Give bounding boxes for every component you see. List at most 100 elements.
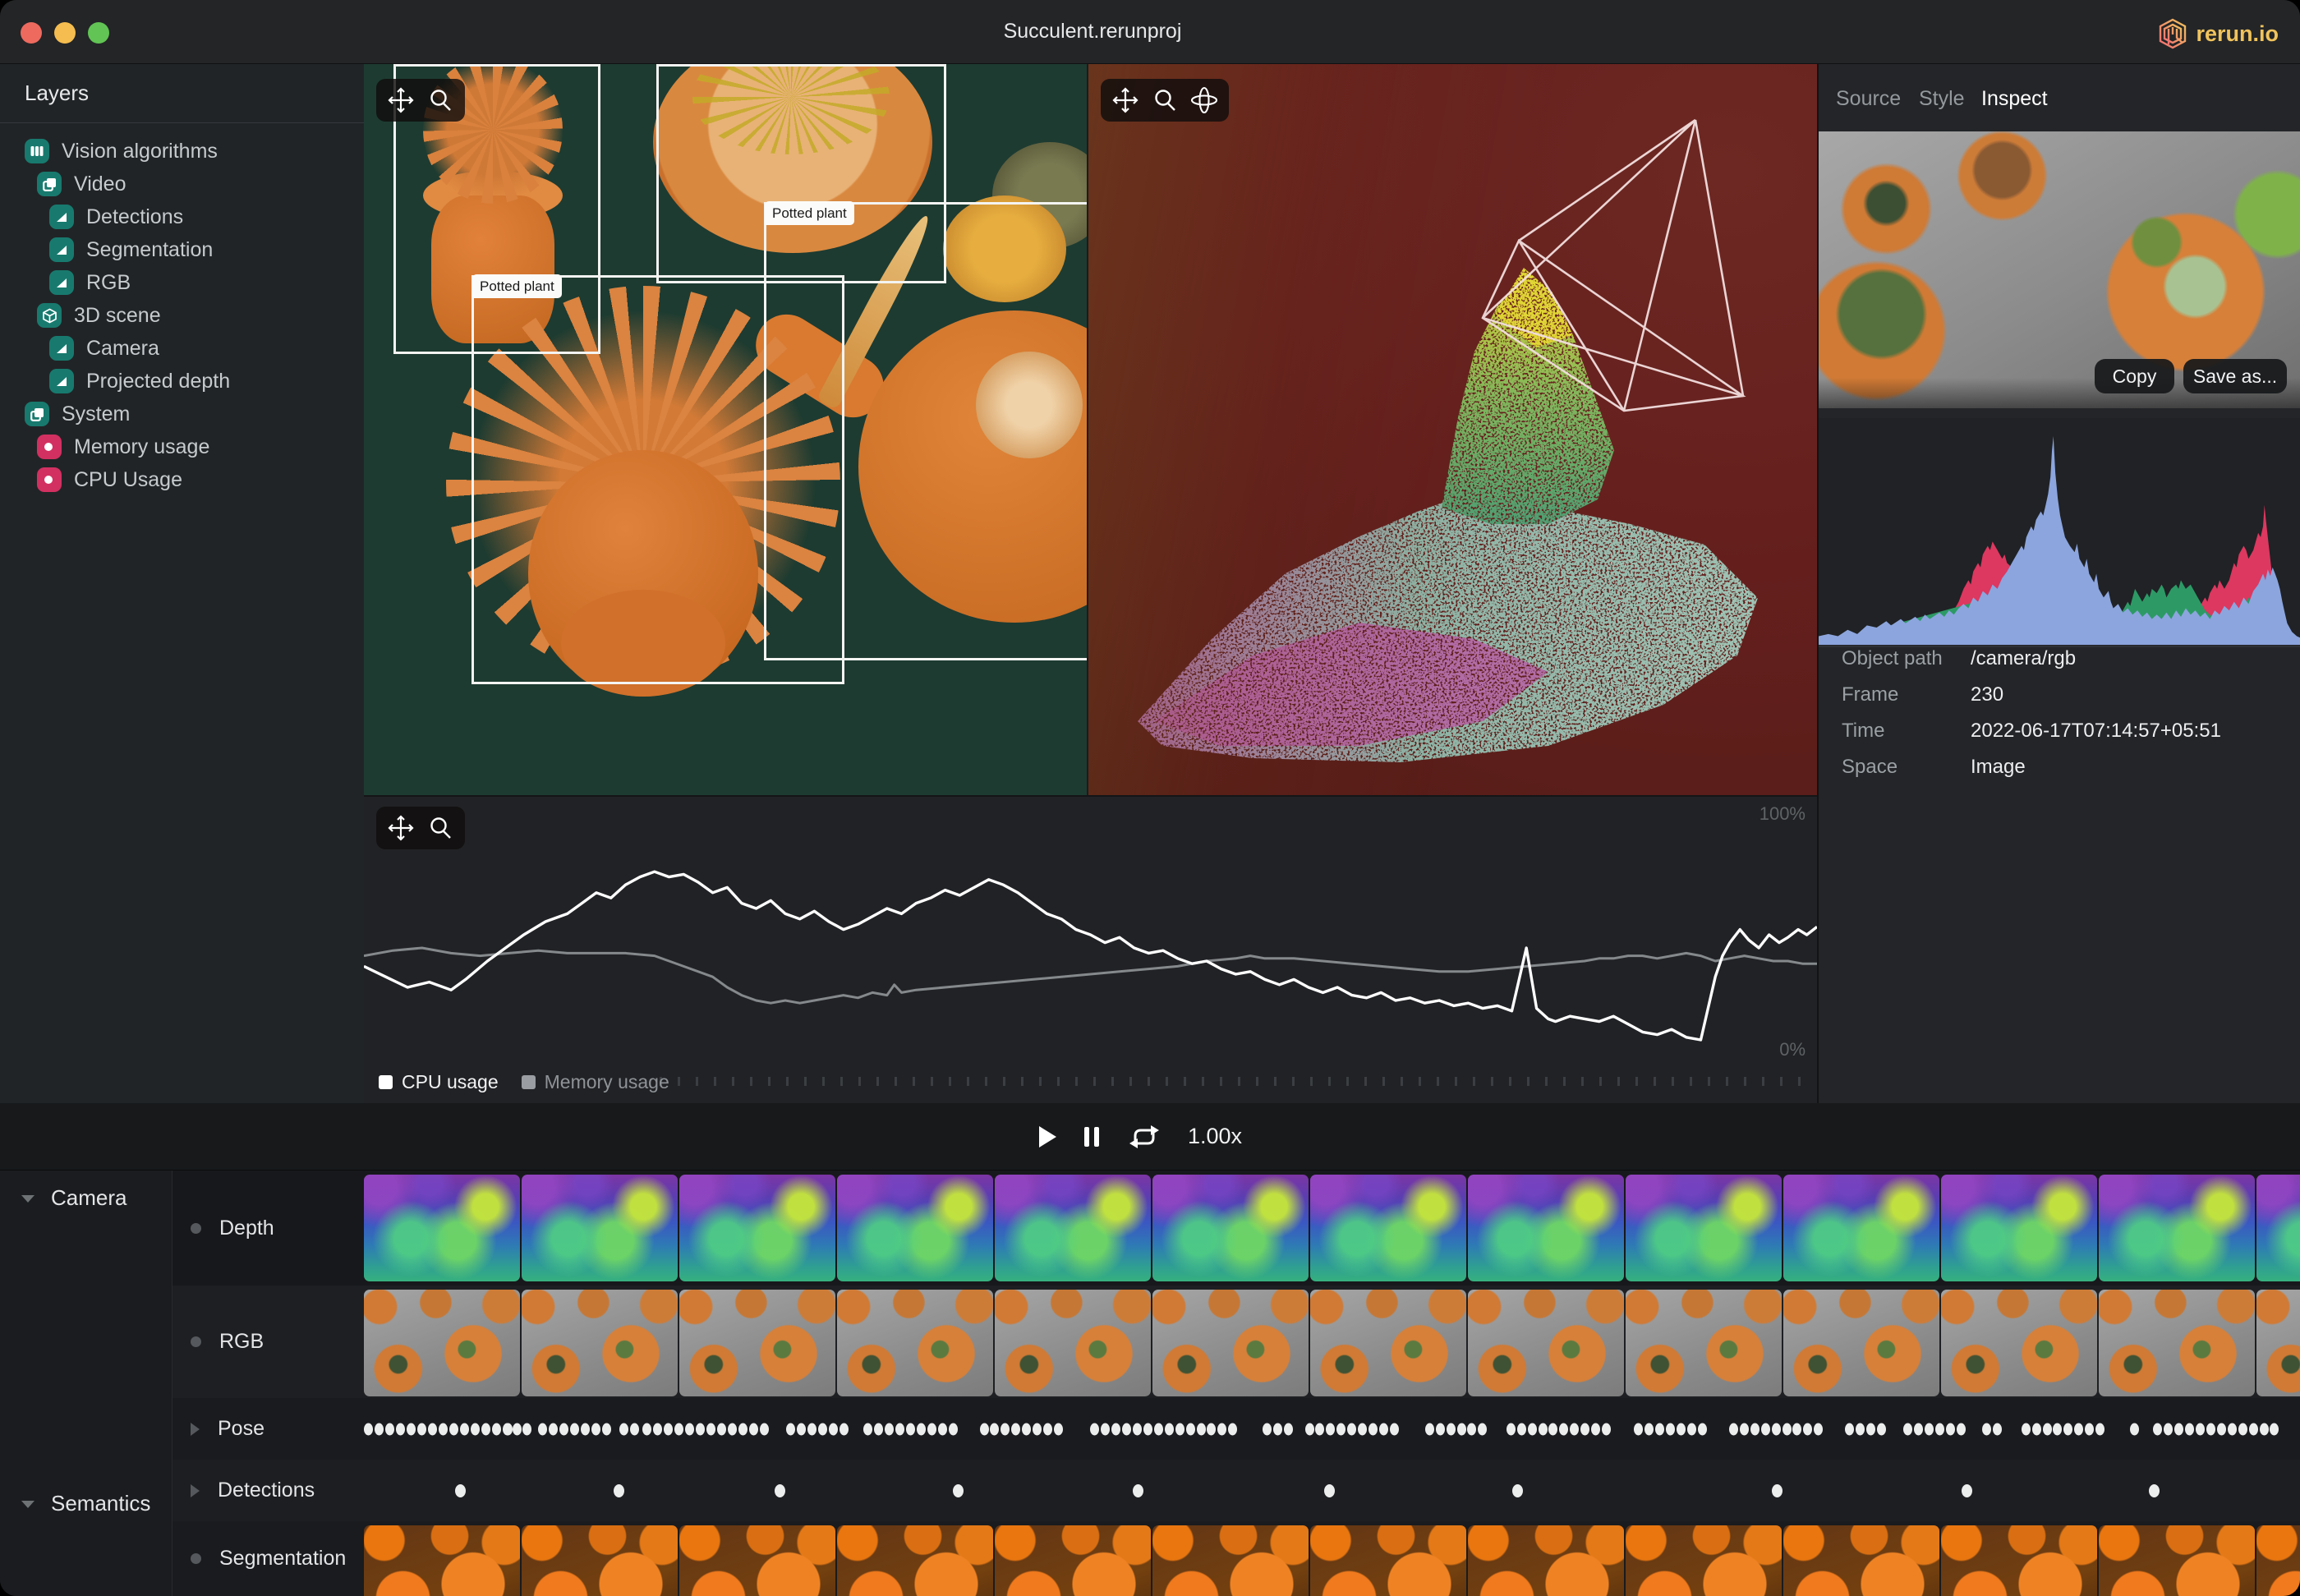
pose-event-dot[interactable]	[818, 1423, 827, 1435]
pose-event-dot[interactable]	[797, 1423, 806, 1435]
row-strip-detections[interactable]	[364, 1460, 2300, 1521]
pose-event-dot[interactable]	[1457, 1423, 1466, 1435]
pose-event-dot[interactable]	[1803, 1423, 1812, 1435]
pose-event-dot[interactable]	[1698, 1423, 1707, 1435]
detection-event-dot[interactable]	[1512, 1484, 1523, 1497]
pose-event-dot[interactable]	[674, 1423, 683, 1435]
tab-style[interactable]: Style	[1919, 87, 1965, 111]
pose-event-dot[interactable]	[1336, 1423, 1346, 1435]
pose-event-dot[interactable]	[1175, 1423, 1184, 1435]
depth-thumbnail[interactable]	[1941, 1175, 2097, 1281]
pose-event-dot[interactable]	[2164, 1423, 2173, 1435]
depth-thumbnail[interactable]	[837, 1175, 993, 1281]
pose-event-dot[interactable]	[1368, 1423, 1378, 1435]
pose-event-dot[interactable]	[396, 1423, 405, 1435]
pose-event-dot[interactable]	[1090, 1423, 1099, 1435]
seg-thumbnail[interactable]	[2256, 1525, 2300, 1596]
depth-thumbnail[interactable]	[2256, 1175, 2300, 1281]
pose-event-dot[interactable]	[481, 1423, 490, 1435]
pose-event-dot[interactable]	[364, 1423, 373, 1435]
timeline-row-detections[interactable]: Detections	[172, 1460, 2300, 1521]
zoom-tool-icon[interactable]	[1148, 84, 1181, 117]
pose-event-dot[interactable]	[642, 1423, 651, 1435]
pose-event-dot[interactable]	[2260, 1423, 2269, 1435]
pose-event-dot[interactable]	[2130, 1423, 2139, 1435]
pose-event-dot[interactable]	[2217, 1423, 2226, 1435]
depth-thumbnail[interactable]	[522, 1175, 678, 1281]
pose-event-dot[interactable]	[1263, 1423, 1272, 1435]
sidebar-item-3d-scene[interactable]: 3D scene	[37, 299, 161, 332]
seg-thumbnail[interactable]	[1468, 1525, 1624, 1596]
pose-event-dot[interactable]	[1677, 1423, 1686, 1435]
seg-thumbnail[interactable]	[679, 1525, 835, 1596]
rgb-thumbnail[interactable]	[364, 1290, 520, 1396]
pose-event-dot[interactable]	[385, 1423, 394, 1435]
close-button[interactable]	[21, 22, 42, 44]
pose-event-dot[interactable]	[1877, 1423, 1886, 1435]
orbit-tool-icon[interactable]	[1188, 84, 1221, 117]
sidebar-item-vision-algorithms[interactable]: Vision algorithms	[25, 135, 218, 168]
pose-event-dot[interactable]	[1326, 1423, 1335, 1435]
pose-event-dot[interactable]	[1666, 1423, 1675, 1435]
pose-event-dot[interactable]	[1143, 1423, 1152, 1435]
pose-event-dot[interactable]	[949, 1423, 958, 1435]
pose-event-dot[interactable]	[1687, 1423, 1696, 1435]
pose-event-dot[interactable]	[1935, 1423, 1944, 1435]
group-semantics[interactable]: Semantics	[20, 1491, 150, 1516]
pose-event-dot[interactable]	[829, 1423, 838, 1435]
pose-event-dot[interactable]	[1559, 1423, 1568, 1435]
pose-event-dot[interactable]	[749, 1423, 758, 1435]
pose-event-dot[interactable]	[1000, 1423, 1010, 1435]
seg-thumbnail[interactable]	[1941, 1525, 2097, 1596]
pose-event-dot[interactable]	[1022, 1423, 1031, 1435]
rgb-thumbnail[interactable]	[1310, 1290, 1466, 1396]
detection-event-dot[interactable]	[2149, 1484, 2160, 1497]
pose-event-dot[interactable]	[1154, 1423, 1163, 1435]
rgb-thumbnail[interactable]	[995, 1290, 1151, 1396]
detection-event-dot[interactable]	[1962, 1484, 1972, 1497]
rgb-thumbnail[interactable]	[1783, 1290, 1939, 1396]
move-tool-icon[interactable]	[384, 812, 417, 844]
pose-event-dot[interactable]	[2185, 1423, 2194, 1435]
pose-event-dot[interactable]	[417, 1423, 426, 1435]
depth-thumbnail[interactable]	[1626, 1175, 1782, 1281]
pose-event-dot[interactable]	[2074, 1423, 2083, 1435]
pose-event-dot[interactable]	[906, 1423, 915, 1435]
sidebar-item-camera[interactable]: Camera	[49, 332, 159, 365]
depth-thumbnail[interactable]	[2099, 1175, 2255, 1281]
pose-event-dot[interactable]	[492, 1423, 501, 1435]
pose-event-dot[interactable]	[807, 1423, 816, 1435]
pose-event-dot[interactable]	[728, 1423, 737, 1435]
pose-event-dot[interactable]	[760, 1423, 769, 1435]
rgb-thumbnail[interactable]	[1152, 1290, 1309, 1396]
minimize-button[interactable]	[54, 22, 76, 44]
row-strip-depth[interactable]	[364, 1171, 2300, 1286]
pose-event-dot[interactable]	[1528, 1423, 1537, 1435]
timeline-row-segmentation[interactable]: Segmentation	[172, 1521, 2300, 1596]
pose-event-dot[interactable]	[1644, 1423, 1654, 1435]
detection-event-dot[interactable]	[455, 1484, 466, 1497]
row-strip-rgb[interactable]	[364, 1286, 2300, 1398]
viewport-3d-scene[interactable]	[1088, 64, 1817, 795]
pose-event-dot[interactable]	[1101, 1423, 1110, 1435]
row-header[interactable]: RGB	[172, 1286, 364, 1398]
seg-thumbnail[interactable]	[1310, 1525, 1466, 1596]
pose-event-dot[interactable]	[602, 1423, 611, 1435]
pose-event-dot[interactable]	[1792, 1423, 1801, 1435]
pose-event-dot[interactable]	[980, 1423, 989, 1435]
pose-event-dot[interactable]	[559, 1423, 568, 1435]
pose-event-dot[interactable]	[407, 1423, 416, 1435]
pose-event-dot[interactable]	[1634, 1423, 1643, 1435]
legend-cpu-usage[interactable]: CPU usage	[379, 1071, 499, 1093]
viewport-2d-video[interactable]: Potted plant Potted plant	[364, 64, 1087, 795]
pose-event-dot[interactable]	[2270, 1423, 2279, 1435]
maximize-button[interactable]	[88, 22, 109, 44]
pose-event-dot[interactable]	[1122, 1423, 1131, 1435]
save-as-button[interactable]: Save as...	[2183, 359, 2287, 393]
pose-event-dot[interactable]	[570, 1423, 579, 1435]
row-strip-pose[interactable]	[364, 1398, 2300, 1460]
pose-event-dot[interactable]	[664, 1423, 673, 1435]
timeline-row-depth[interactable]: Depth	[172, 1171, 2300, 1286]
pose-event-dot[interactable]	[1315, 1423, 1324, 1435]
zoom-tool-icon[interactable]	[424, 812, 457, 844]
